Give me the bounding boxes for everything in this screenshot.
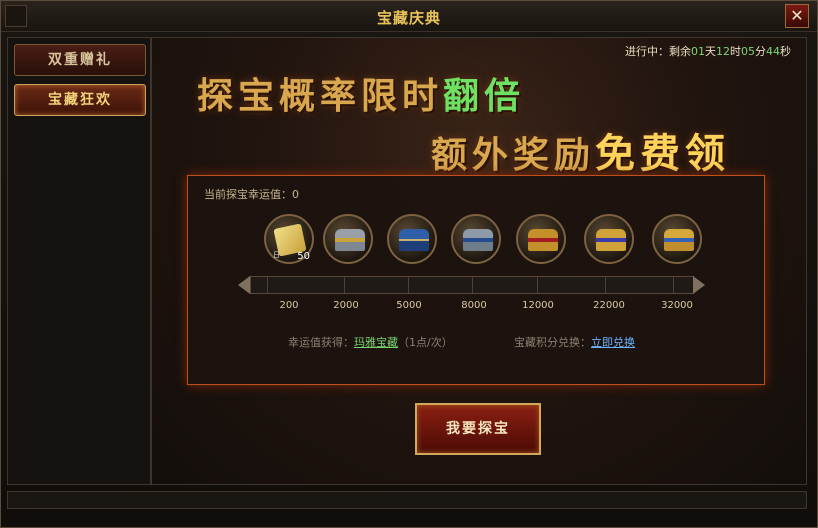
reward-slot[interactable]: [387, 214, 437, 264]
banner-line-1-text: 探宝概率限时: [197, 75, 444, 117]
dig-treasure-button[interactable]: 我要探宝: [415, 403, 541, 455]
chest-icon: [463, 229, 493, 251]
chest-icon: [335, 229, 365, 251]
luck-gain-rate: （1点/次）: [398, 336, 453, 349]
close-button[interactable]: ✕: [785, 4, 809, 28]
banner-line-2-text: 额外奖励: [431, 134, 596, 176]
maya-treasure-link[interactable]: 玛雅宝藏: [354, 336, 398, 349]
reward-panel: 当前探宝幸运值：0 日 50 200 2000 5000 8000 12000 …: [187, 175, 765, 385]
reward-slot[interactable]: 日 50: [264, 214, 314, 264]
luck-gain-label: 幸运值获得：: [288, 336, 354, 349]
countdown-day-unit: 天: [705, 45, 716, 58]
reward-quantity: 50: [297, 251, 310, 262]
reward-slot[interactable]: [584, 214, 634, 264]
reward-slot[interactable]: [516, 214, 566, 264]
chest-icon: [399, 229, 429, 251]
window-title: 宝藏庆典: [376, 9, 441, 27]
milestone-label: 2000: [333, 300, 359, 311]
milestone-label: 22000: [593, 300, 625, 311]
bar-divider: [472, 277, 473, 293]
countdown-second-unit: 秒: [780, 45, 791, 58]
milestone-label: 12000: [522, 300, 554, 311]
milestone-label: 32000: [661, 300, 693, 311]
bar-divider: [408, 277, 409, 293]
bar-divider: [673, 277, 674, 293]
countdown-minutes: 05: [741, 45, 755, 58]
progress-right-arrow-icon: [693, 276, 705, 294]
milestone-label: 8000: [461, 300, 487, 311]
title-bar: 宝藏庆典 ✕: [1, 1, 817, 32]
countdown-seconds: 44: [766, 45, 780, 58]
chest-icon: [596, 229, 626, 251]
countdown-minute-unit: 分: [755, 45, 766, 58]
tab-double-gift[interactable]: 双重赠礼: [14, 44, 146, 76]
sidebar: 双重赠礼 宝藏狂欢: [7, 37, 151, 485]
reward-slot[interactable]: [652, 214, 702, 264]
banner-line-2: 额外奖励免费领: [431, 121, 730, 179]
countdown-prefix: 进行中：剩余: [625, 45, 691, 58]
countdown-timer: 进行中：剩余01天12时05分44秒: [625, 43, 791, 59]
banner-line-1: 探宝概率限时翻倍: [197, 67, 525, 119]
bar-divider: [537, 277, 538, 293]
banner-highlight-free: 免费领: [595, 130, 731, 177]
countdown-hour-unit: 时: [730, 45, 741, 58]
bar-divider: [605, 277, 606, 293]
progress-left-arrow-icon: [238, 276, 250, 294]
reward-slot[interactable]: [323, 214, 373, 264]
reward-tag: 日: [273, 251, 280, 259]
bottom-strip: [7, 491, 807, 509]
luck-progress-bar: [250, 276, 694, 294]
chest-icon: [664, 229, 694, 251]
banner-highlight-double: 翻倍: [443, 75, 526, 117]
luck-value-label: 当前探宝幸运值：0: [204, 188, 299, 201]
luck-gain-info: 幸运值获得：玛雅宝藏（1点/次）: [288, 334, 453, 350]
bar-divider: [267, 277, 268, 293]
countdown-hours: 12: [716, 45, 730, 58]
bar-divider: [344, 277, 345, 293]
tab-treasure-carnival[interactable]: 宝藏狂欢: [14, 84, 146, 116]
exchange-now-link[interactable]: 立即兑换: [591, 336, 635, 349]
milestone-label: 200: [279, 300, 299, 311]
event-window: 宝藏庆典 ✕ 双重赠礼 宝藏狂欢 进行中：剩余01天12时05分44秒 探宝概率…: [0, 0, 818, 528]
exchange-info: 宝藏积分兑换：立即兑换: [514, 334, 635, 350]
countdown-days: 01: [691, 45, 705, 58]
chest-icon: [528, 229, 558, 251]
exchange-label: 宝藏积分兑换：: [514, 336, 591, 349]
milestone-label: 5000: [396, 300, 422, 311]
reward-slot[interactable]: [451, 214, 501, 264]
